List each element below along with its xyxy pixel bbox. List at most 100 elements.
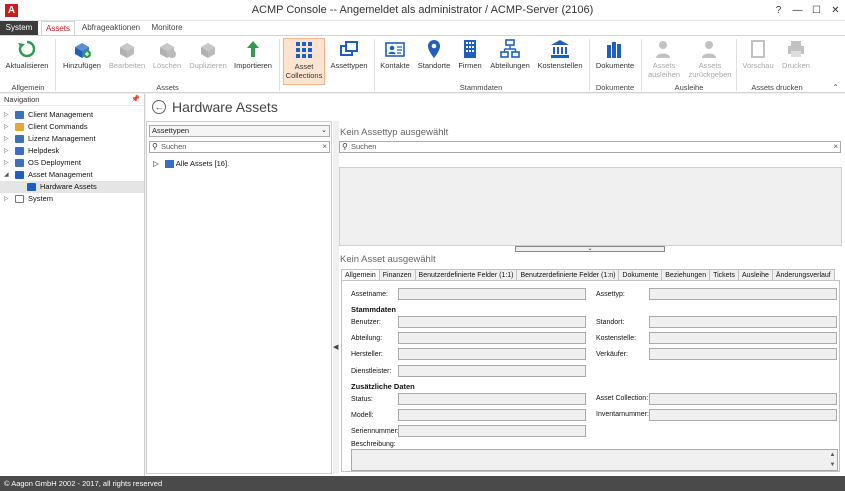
- page-title: Hardware Assets: [172, 99, 278, 115]
- refresh-button[interactable]: Aktualisieren: [4, 38, 50, 82]
- assettypes-icon: [340, 41, 358, 56]
- collapse-ribbon-icon[interactable]: ⌃: [832, 83, 839, 92]
- cost-centers-label: Kostenstellen: [537, 61, 583, 70]
- tab-monitore[interactable]: Monitore: [146, 21, 188, 36]
- asset-collection-field[interactable]: [649, 393, 837, 405]
- documents-button[interactable]: Dokumente: [593, 38, 637, 82]
- status-bar: © Aagon GmbH 2002 - 2017, all rights res…: [0, 476, 845, 491]
- add-button[interactable]: Hinzufügen: [60, 38, 104, 82]
- nav-item-hardware-assets[interactable]: Hardware Assets: [0, 181, 144, 193]
- clear-icon[interactable]: ×: [833, 142, 838, 152]
- locations-button[interactable]: Standorte: [415, 38, 453, 82]
- lend-user-icon: [656, 41, 670, 58]
- close-button[interactable]: ✕: [826, 0, 845, 21]
- benutzer-field[interactable]: [398, 316, 586, 328]
- window-title: ACMP Console -- Angemeldet als administr…: [251, 4, 594, 16]
- seriennummer-label: Seriennummer:: [351, 428, 399, 435]
- asset-list-icon: [164, 160, 174, 169]
- expand-arrow-icon[interactable]: ▷: [4, 133, 9, 145]
- verkaeufer-label: Verkäufer:: [596, 351, 628, 358]
- seriennummer-field[interactable]: [398, 425, 586, 437]
- standort-field[interactable]: [649, 316, 837, 328]
- lend-assets-label: Assets ausleihen: [647, 61, 681, 79]
- companies-button[interactable]: Firmen: [455, 38, 485, 82]
- scroll-down-icon[interactable]: ▼: [830, 462, 836, 468]
- title-bar: A ACMP Console -- Angemeldet als adminis…: [0, 0, 845, 21]
- collapse-arrow-icon[interactable]: ◢: [4, 169, 9, 181]
- status-label: Status:: [351, 396, 373, 403]
- nav-item-lizenz-management[interactable]: ▷ Lizenz Management: [0, 133, 144, 145]
- expand-arrow-icon[interactable]: ▷: [4, 193, 9, 205]
- nav-item-client-commands[interactable]: ▷ Client Commands: [0, 121, 144, 133]
- cost-centers-button[interactable]: Kostenstellen: [535, 38, 585, 82]
- no-asset-heading: Kein Asset ausgewählt: [340, 254, 436, 265]
- beschreibung-textarea[interactable]: ▲ ▼: [351, 449, 838, 471]
- import-button[interactable]: Importieren: [232, 38, 274, 82]
- tab-system[interactable]: System: [0, 21, 38, 36]
- return-assets-button[interactable]: Assets zurückgeben: [686, 38, 734, 82]
- status-field[interactable]: [398, 393, 586, 405]
- pin-icon[interactable]: 📌: [131, 94, 140, 106]
- duplicate-label: Duplizieren: [189, 61, 227, 70]
- maximize-button[interactable]: ☐: [807, 0, 826, 21]
- nav-item-client-management[interactable]: ▷ Client Management: [0, 109, 144, 121]
- system-page-icon: [15, 195, 24, 203]
- kostenstelle-field[interactable]: [649, 332, 837, 344]
- nav-item-asset-management[interactable]: ◢ Asset Management: [0, 169, 144, 181]
- abteilung-field[interactable]: [398, 332, 586, 344]
- assettype-search-input[interactable]: ⚲ Suchen ×: [149, 141, 330, 153]
- expand-arrow-icon[interactable]: ▷: [4, 121, 9, 133]
- return-user-icon: [702, 41, 716, 58]
- departments-label: Abteilungen: [490, 61, 530, 70]
- expand-arrow-icon[interactable]: ▷: [4, 157, 9, 169]
- edit-button[interactable]: Bearbeiten: [106, 38, 148, 82]
- nav-item-system[interactable]: ▷ System: [0, 193, 144, 205]
- delete-button[interactable]: Löschen: [149, 38, 185, 82]
- no-assettype-heading: Kein Assettyp ausgewählt: [340, 127, 449, 138]
- assettype-combobox[interactable]: Assettypen ⌄: [149, 125, 330, 137]
- help-button[interactable]: ?: [769, 0, 788, 21]
- asset-collections-button[interactable]: Asset Collections: [283, 38, 325, 85]
- main-content: ← Hardware Assets Assettypen ⌄ ⚲ Suchen …: [146, 94, 845, 476]
- collapse-left-icon[interactable]: ◀: [333, 343, 338, 351]
- group-label-assets-drucken: Assets drucken: [751, 83, 803, 92]
- nav-item-os-deployment[interactable]: ▷ OS Deployment: [0, 157, 144, 169]
- modell-field[interactable]: [398, 409, 586, 421]
- scroll-up-icon[interactable]: ▲: [830, 452, 836, 458]
- departments-button[interactable]: Abteilungen: [487, 38, 533, 82]
- expand-arrow-icon[interactable]: ▷: [4, 145, 9, 157]
- tree-item-all-assets[interactable]: ▷ Alle Assets [16].: [153, 159, 229, 169]
- chevron-down-icon[interactable]: ⌄: [321, 126, 327, 136]
- asset-search-input[interactable]: ⚲ Suchen ×: [339, 141, 841, 153]
- inventarnummer-field[interactable]: [649, 409, 837, 421]
- textarea-scrollbar[interactable]: ▲ ▼: [828, 450, 837, 470]
- assetname-label: Assetname:: [351, 291, 388, 298]
- assettypes-button[interactable]: Assettypen: [328, 38, 370, 82]
- assettype-tree-pane: Assettypen ⌄ ⚲ Suchen × ▷ Alle Assets [16…: [146, 121, 332, 474]
- assetname-field[interactable]: [398, 288, 586, 300]
- clear-icon[interactable]: ×: [322, 142, 327, 152]
- contacts-label: Kontakte: [380, 61, 410, 70]
- back-arrow-icon[interactable]: ←: [152, 100, 166, 114]
- navigation-header: Navigation 📌: [0, 94, 144, 106]
- duplicate-button[interactable]: Duplizieren: [186, 38, 230, 82]
- asset-management-icon: [15, 171, 24, 179]
- tab-abfrageaktionen[interactable]: Abfrageaktionen: [80, 21, 142, 36]
- navigation-title: Navigation: [4, 95, 40, 104]
- nav-item-helpdesk[interactable]: ▷ Helpdesk: [0, 145, 144, 157]
- verkaeufer-field[interactable]: [649, 348, 837, 360]
- print-button[interactable]: Drucken: [778, 38, 814, 82]
- preview-label: Vorschau: [742, 61, 774, 70]
- hersteller-field[interactable]: [398, 348, 586, 360]
- dienstleister-field[interactable]: [398, 365, 586, 377]
- asset-collection-label: Asset Collection:: [596, 395, 649, 402]
- helpdesk-icon: [15, 147, 24, 155]
- assettyp-field[interactable]: [649, 288, 837, 300]
- expand-arrow-icon[interactable]: ▷: [4, 109, 9, 121]
- lend-assets-button[interactable]: Assets ausleihen: [644, 38, 684, 82]
- expand-arrow-icon[interactable]: ▷: [153, 159, 159, 168]
- contacts-button[interactable]: Kontakte: [377, 38, 413, 82]
- vertical-splitter-handle[interactable]: ⌄: [515, 246, 665, 252]
- minimize-button[interactable]: —: [788, 0, 807, 21]
- preview-button[interactable]: Vorschau: [740, 38, 776, 82]
